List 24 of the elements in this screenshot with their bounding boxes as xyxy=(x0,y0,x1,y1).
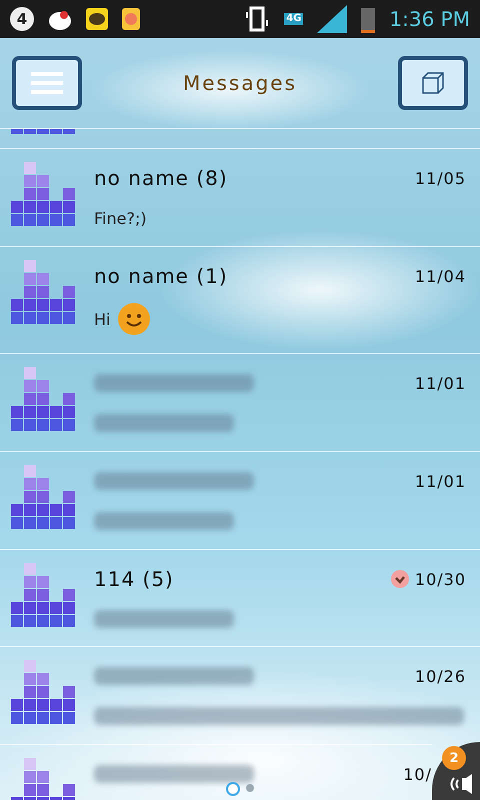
message-date: 10/30 xyxy=(414,570,466,588)
message-preview: Fine?;) xyxy=(94,208,147,228)
message-date: 11/04 xyxy=(414,266,466,286)
contact-name: no name (8) xyxy=(94,166,228,190)
count-badge: 2 xyxy=(442,746,466,770)
message-date: 11/05 xyxy=(414,168,466,188)
message-date: 10/ xyxy=(403,764,432,784)
thread-row[interactable]: 114 (5) 10/30 xyxy=(0,549,480,646)
thread-row[interactable]: 10/26 xyxy=(0,646,480,744)
clock-time: 1:36 PM xyxy=(389,7,470,31)
thread-row[interactable]: 11/01 xyxy=(0,353,480,451)
contact-name: no name (1) xyxy=(94,264,228,288)
thread-row[interactable]: no name (8) 11/05 Fine?;) xyxy=(0,148,480,246)
message-preview: Hi xyxy=(94,310,110,328)
network-badge: 4G xyxy=(284,13,304,25)
message-date: 11/01 xyxy=(414,374,466,392)
thread-row[interactable]: 10/ xyxy=(0,744,432,800)
thread-row[interactable]: no name (1) 11/04 Hi xyxy=(0,246,480,353)
message-date: 11/01 xyxy=(414,472,466,490)
header-title: Messages xyxy=(182,71,298,95)
thread-row[interactable]: 11/01 xyxy=(0,451,480,549)
message-date: 10/26 xyxy=(414,666,466,686)
alarm-notification-icon: 4 xyxy=(10,7,34,31)
contact-name: 114 (5) xyxy=(94,567,174,591)
